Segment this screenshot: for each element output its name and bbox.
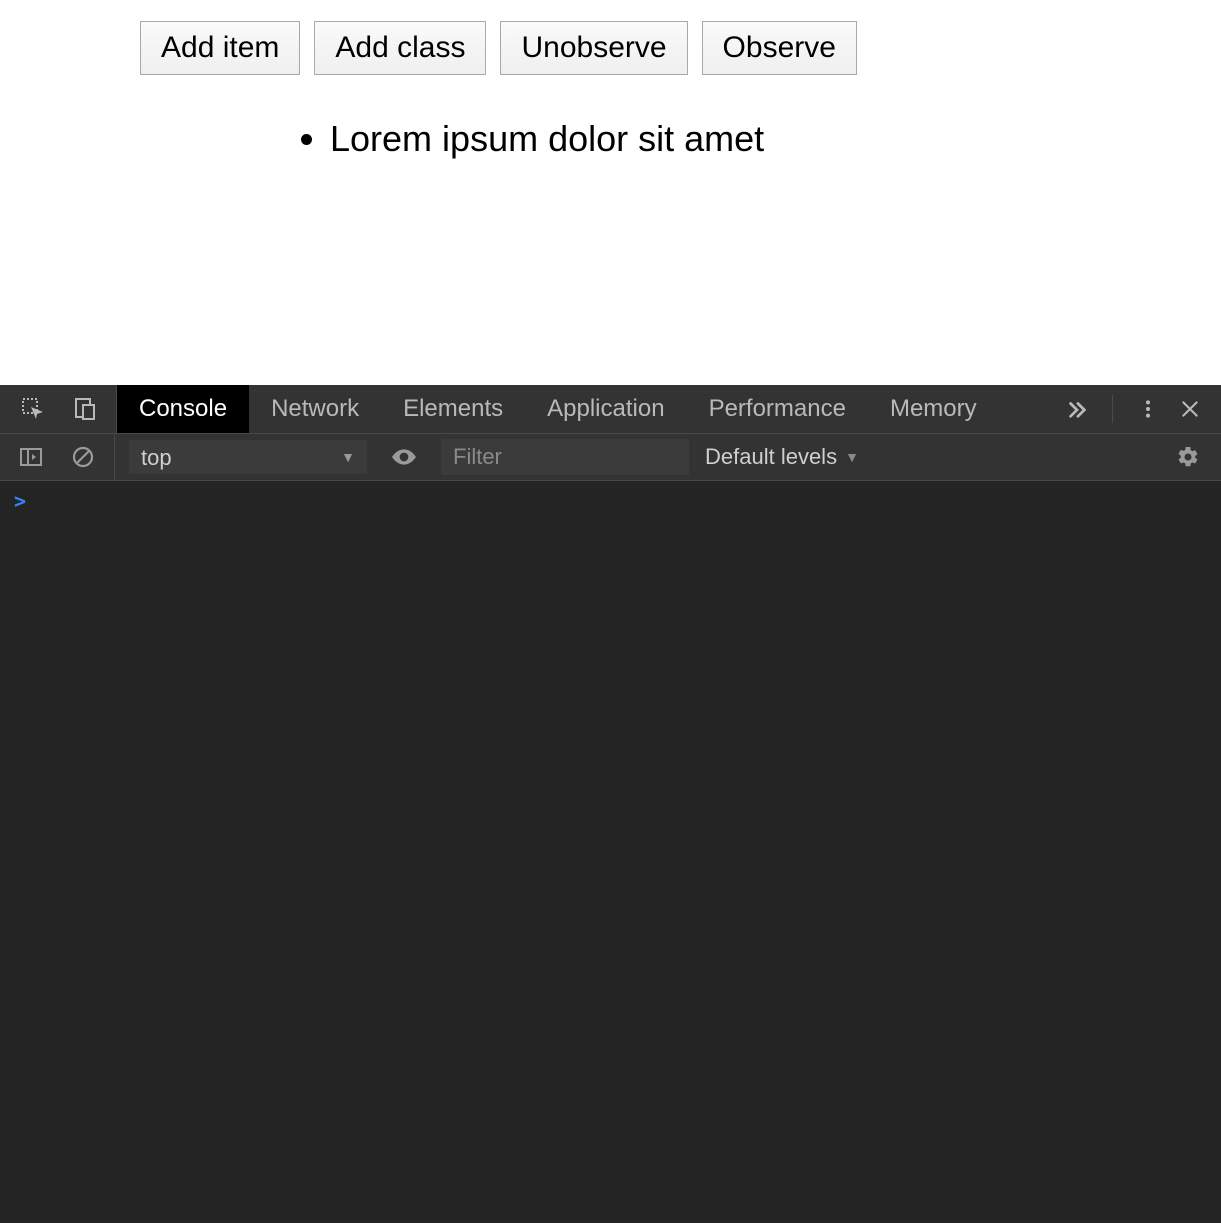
console-toolbar: top Default levels ▼ bbox=[0, 433, 1221, 481]
devtools-tabstrip: Console Network Elements Application Per… bbox=[0, 385, 1221, 433]
console-prompt: > bbox=[14, 489, 26, 513]
inspect-element-icon[interactable] bbox=[16, 392, 50, 426]
action-button-row: Add item Add class Unobserve Observe bbox=[140, 21, 857, 75]
list-item: Lorem ipsum dolor sit amet bbox=[330, 118, 764, 160]
clear-console-icon[interactable] bbox=[66, 440, 100, 474]
console-output[interactable]: > bbox=[0, 481, 1221, 1223]
unobserve-button[interactable]: Unobserve bbox=[500, 21, 687, 75]
console-settings-icon[interactable] bbox=[1171, 440, 1205, 474]
log-levels-dropdown[interactable]: Default levels ▼ bbox=[705, 444, 859, 470]
tab-memory[interactable]: Memory bbox=[868, 385, 999, 433]
tab-network[interactable]: Network bbox=[249, 385, 381, 433]
toggle-sidebar-icon[interactable] bbox=[14, 440, 48, 474]
live-expression-icon[interactable] bbox=[387, 440, 421, 474]
add-class-button[interactable]: Add class bbox=[314, 21, 486, 75]
add-item-button[interactable]: Add item bbox=[140, 21, 300, 75]
tab-elements[interactable]: Elements bbox=[381, 385, 525, 433]
tab-console[interactable]: Console bbox=[117, 385, 249, 433]
log-levels-label: Default levels bbox=[705, 444, 837, 470]
more-tabs-icon[interactable] bbox=[1060, 392, 1094, 426]
page-content: Add item Add class Unobserve Observe Lor… bbox=[0, 0, 1221, 385]
observe-button[interactable]: Observe bbox=[702, 21, 857, 75]
execution-context-select[interactable]: top bbox=[129, 440, 367, 474]
item-list: Lorem ipsum dolor sit amet bbox=[300, 118, 764, 160]
divider bbox=[1112, 395, 1113, 423]
close-icon[interactable] bbox=[1173, 392, 1207, 426]
tab-performance[interactable]: Performance bbox=[687, 385, 868, 433]
kebab-menu-icon[interactable] bbox=[1131, 392, 1165, 426]
devtools-panel: Console Network Elements Application Per… bbox=[0, 385, 1221, 1223]
device-toolbar-icon[interactable] bbox=[68, 392, 102, 426]
tab-application[interactable]: Application bbox=[525, 385, 686, 433]
chevron-down-icon: ▼ bbox=[845, 449, 859, 465]
console-filter-input[interactable] bbox=[441, 439, 689, 475]
